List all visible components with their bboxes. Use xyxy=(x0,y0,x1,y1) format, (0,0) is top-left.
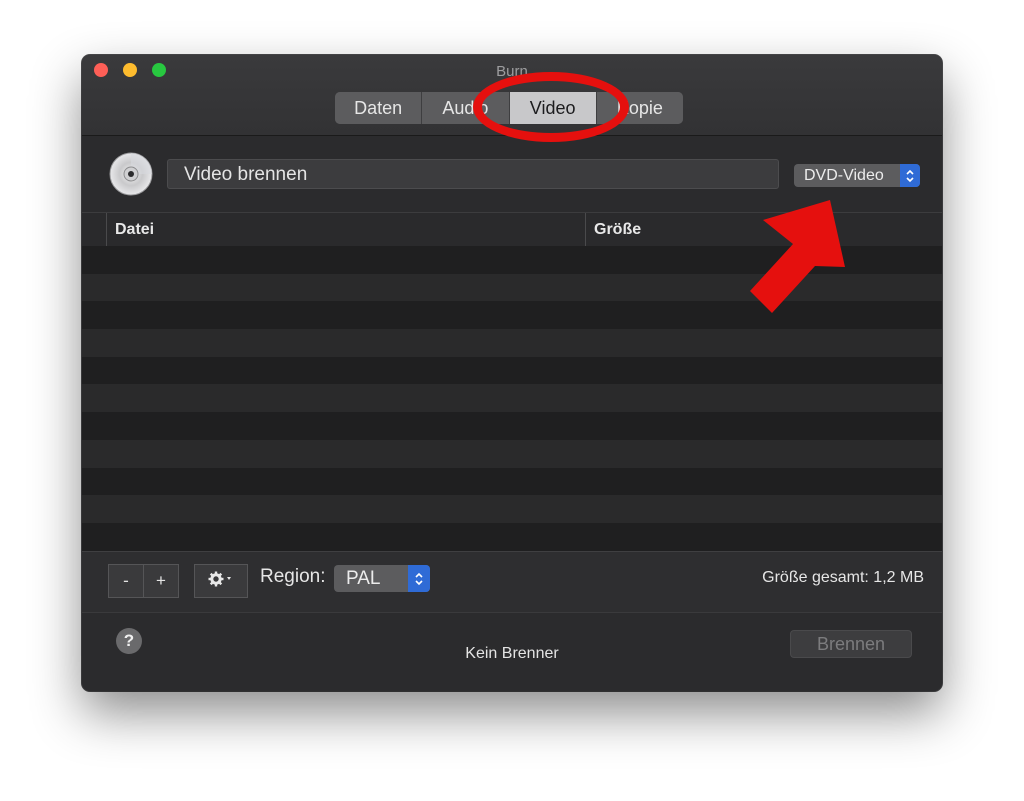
chevron-updown-icon xyxy=(408,565,430,592)
empty-row xyxy=(82,384,942,413)
disc-icon xyxy=(109,152,153,196)
empty-row xyxy=(82,467,942,496)
empty-row xyxy=(82,329,942,357)
burn-button[interactable]: Brennen xyxy=(790,630,912,658)
region-popup-value: PAL xyxy=(346,567,381,589)
gear-icon xyxy=(208,571,234,592)
format-popup[interactable]: DVD-Video xyxy=(794,164,920,187)
total-size-label: Größe gesamt: 1,2 MB xyxy=(762,569,924,586)
tab-daten[interactable]: Daten xyxy=(335,92,423,124)
add-file-button[interactable]: + xyxy=(143,564,179,598)
format-popup-value: DVD-Video xyxy=(804,166,884,184)
region-popup[interactable]: PAL xyxy=(334,565,430,592)
actions-menu-button[interactable] xyxy=(194,564,248,598)
annotation-arrow-icon xyxy=(750,200,845,313)
empty-row xyxy=(82,412,942,440)
column-header-datei[interactable]: Datei xyxy=(106,213,154,246)
column-header-groesse[interactable]: Größe xyxy=(585,213,641,246)
empty-row xyxy=(82,439,942,468)
empty-row xyxy=(82,356,942,385)
annotation-circle xyxy=(473,72,629,142)
empty-row xyxy=(82,522,942,551)
region-label: Region: xyxy=(260,566,326,587)
empty-row xyxy=(82,495,942,523)
app-window: Burn Daten Audio Video Kopie Video brenn… xyxy=(82,55,942,691)
remove-file-button[interactable]: - xyxy=(108,564,144,598)
chevron-updown-icon xyxy=(900,164,920,187)
burn-name-field[interactable]: Video brennen xyxy=(167,159,779,189)
bottom-toolbar: - + Region: PAL Größe gesamt: 1,2 MB xyxy=(82,551,942,613)
